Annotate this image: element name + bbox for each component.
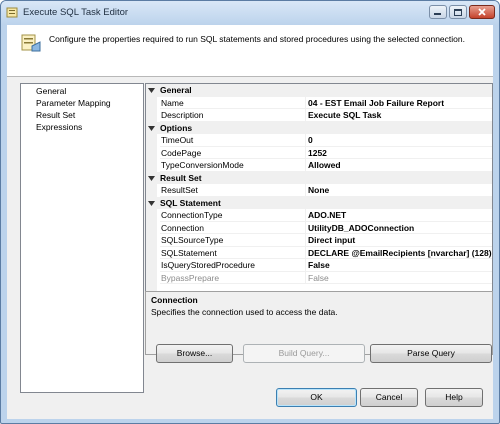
- property-name: Description: [160, 109, 306, 122]
- property-row-isquerystoredprocedure[interactable]: IsQueryStoredProcedure False: [146, 259, 492, 272]
- property-value[interactable]: ADO.NET: [306, 209, 492, 222]
- nav-item-result-set[interactable]: Result Set: [21, 109, 143, 121]
- maximize-button[interactable]: [449, 5, 467, 19]
- editor-window: Execute SQL Task Editor Configure the pr…: [0, 0, 500, 424]
- property-row-codepage[interactable]: CodePage 1252: [146, 146, 492, 159]
- property-name: BypassPrepare: [160, 271, 306, 284]
- property-value[interactable]: 1252: [306, 147, 492, 159]
- window-title: Execute SQL Task Editor: [23, 7, 129, 18]
- property-value[interactable]: DECLARE @EmailRecipients [nvarchar] (128…: [306, 247, 492, 259]
- collapse-icon[interactable]: [148, 200, 155, 206]
- property-name: CodePage: [160, 146, 306, 159]
- property-value[interactable]: Direct input: [306, 234, 492, 247]
- property-value[interactable]: False: [306, 259, 492, 272]
- property-name: TimeOut: [160, 134, 306, 147]
- sql-task-icon: [6, 7, 18, 18]
- property-row-bypassprepare: BypassPrepare False: [146, 271, 492, 284]
- property-value[interactable]: 04 - EST Email Job Failure Report: [306, 97, 492, 109]
- category-general[interactable]: General: [146, 84, 492, 97]
- category-options[interactable]: Options: [146, 121, 492, 134]
- nav-item-parameter-mapping[interactable]: Parameter Mapping: [21, 97, 143, 109]
- property-value[interactable]: UtilityDB_ADOConnection: [306, 222, 492, 234]
- property-name: Connection: [160, 221, 306, 234]
- header-panel: Configure the properties required to run…: [7, 25, 493, 77]
- property-row-resultset[interactable]: ResultSet None: [146, 184, 492, 197]
- category-label: Options: [160, 122, 193, 133]
- property-row-sqlstatement[interactable]: SQLStatement DECLARE @EmailRecipients [n…: [146, 246, 492, 259]
- ok-button[interactable]: OK: [276, 388, 357, 407]
- property-name: SQLSourceType: [160, 234, 306, 247]
- property-name: Name: [160, 96, 306, 109]
- category-label: Result Set: [160, 172, 202, 183]
- title-bar[interactable]: Execute SQL Task Editor: [1, 1, 499, 25]
- minimize-icon: [434, 13, 441, 15]
- property-row-description[interactable]: Description Execute SQL Task: [146, 109, 492, 122]
- category-sql-statement[interactable]: SQL Statement: [146, 196, 492, 209]
- property-name: IsQueryStoredProcedure: [160, 259, 306, 272]
- property-row-connectiontype[interactable]: ConnectionType ADO.NET: [146, 209, 492, 222]
- maximize-icon: [454, 8, 462, 16]
- property-value[interactable]: Execute SQL Task: [306, 109, 492, 122]
- collapse-icon[interactable]: [148, 125, 155, 131]
- property-value[interactable]: Allowed: [306, 159, 492, 172]
- parse-query-button[interactable]: Parse Query: [370, 344, 492, 363]
- property-row-connection[interactable]: Connection UtilityDB_ADOConnection: [146, 221, 492, 234]
- description-text: Specifies the connection used to access …: [151, 307, 338, 317]
- close-icon: [478, 8, 486, 16]
- header-description: Configure the properties required to run…: [49, 34, 465, 44]
- description-title: Connection: [151, 295, 198, 305]
- collapse-icon[interactable]: [148, 88, 155, 93]
- category-result-set[interactable]: Result Set: [146, 171, 492, 184]
- property-name: ConnectionType: [160, 209, 306, 222]
- property-name: ResultSet: [160, 184, 306, 197]
- nav-item-expressions[interactable]: Expressions: [21, 121, 143, 133]
- property-value: False: [306, 272, 492, 284]
- category-label: General: [160, 85, 192, 95]
- property-row-sqlsourcetype[interactable]: SQLSourceType Direct input: [146, 234, 492, 247]
- property-value[interactable]: None: [306, 184, 492, 197]
- browse-button[interactable]: Browse...: [156, 344, 233, 363]
- property-name: SQLStatement: [160, 246, 306, 259]
- nav-item-general[interactable]: General: [21, 85, 143, 97]
- close-button[interactable]: [469, 5, 495, 19]
- property-row-typeconversionmode[interactable]: TypeConversionMode Allowed: [146, 159, 492, 172]
- help-button[interactable]: Help: [425, 388, 483, 407]
- build-query-button: Build Query...: [243, 344, 365, 363]
- property-value[interactable]: 0: [306, 134, 492, 147]
- property-grid[interactable]: General Name 04 - EST Email Job Failure …: [145, 83, 493, 312]
- dialog-client: Configure the properties required to run…: [7, 25, 493, 419]
- page-navigation: General Parameter Mapping Result Set Exp…: [20, 83, 144, 393]
- minimize-button[interactable]: [429, 5, 447, 19]
- category-label: SQL Statement: [160, 197, 221, 208]
- property-row-name[interactable]: Name 04 - EST Email Job Failure Report: [146, 96, 492, 109]
- property-row-timeout[interactable]: TimeOut 0: [146, 134, 492, 147]
- cancel-button[interactable]: Cancel: [360, 388, 418, 407]
- task-editor-icon: [21, 34, 41, 52]
- property-name: TypeConversionMode: [160, 159, 306, 172]
- collapse-icon[interactable]: [148, 175, 155, 181]
